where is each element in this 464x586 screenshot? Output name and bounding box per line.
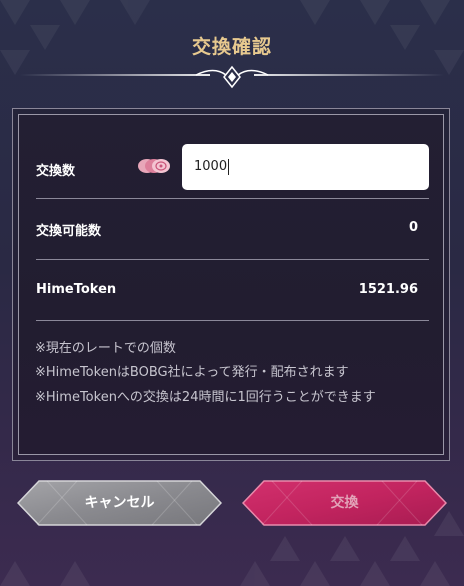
note-issuer: ※HimeTokenはBOBG社によって発行・配布されます: [35, 365, 349, 380]
exchange-button-label: 交換: [330, 495, 359, 511]
cancel-button[interactable]: キャンセル: [17, 480, 222, 526]
cancel-button-label: キャンセル: [84, 495, 155, 511]
note-frequency: ※HimeTokenへの交換は24時間に1回行うことができます: [35, 390, 376, 405]
text-caret: [228, 158, 230, 175]
exchange-amount-input[interactable]: 1000: [182, 144, 429, 190]
exchangeable-count-label: 交換可能数: [36, 224, 102, 239]
row-divider: [36, 198, 429, 199]
exchange-amount-value: 1000: [194, 159, 228, 174]
row-divider: [36, 320, 429, 321]
title-ornament-divider: [20, 65, 444, 89]
exchange-amount-label: 交換数: [36, 164, 76, 179]
dialog-title: 交換確認: [191, 36, 272, 58]
exchange-button[interactable]: 交換: [242, 480, 447, 526]
row-divider: [36, 259, 429, 260]
hime-token-label: HimeToken: [36, 282, 117, 297]
exchangeable-count-value: 0: [408, 220, 418, 235]
pink-token-coins-icon: [138, 159, 170, 173]
note-rate: ※現在のレートでの個数: [35, 341, 176, 356]
hime-token-balance: 1521.96: [358, 282, 418, 297]
